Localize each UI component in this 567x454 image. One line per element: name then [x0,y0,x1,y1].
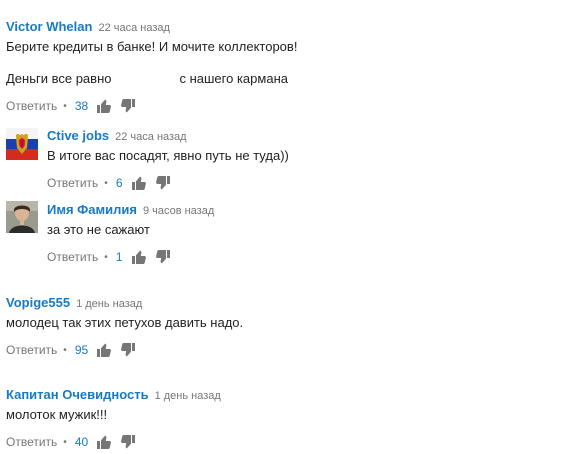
thumb-up-icon[interactable] [96,434,112,450]
person-photo-avatar[interactable] [6,201,38,233]
comment-timestamp[interactable]: 9 часов назад [143,205,214,217]
comment-header: Ctive jobs 22 часа назад [47,128,289,144]
comment-header: Капитан Очевидность 1 день назад [6,387,221,403]
reply-button[interactable]: Ответить [6,435,57,449]
separator-dot: • [63,100,67,112]
comment-header: Vopige555 1 день назад [6,295,243,311]
comment-text: Берите кредиты в банке! И мочите коллект… [6,39,297,87]
like-count: 40 [74,435,89,449]
comment-author[interactable]: Имя Фамилия [47,202,137,217]
comment-thread-2: Vopige555 1 день назад молодец так этих п… [6,295,243,359]
comment-timestamp[interactable]: 1 день назад [76,298,142,310]
comment-actions: Ответить • 1 [47,248,214,266]
comment-thread-3: Капитан Очевидность 1 день назад молоток … [6,387,221,451]
comment-actions: Ответить • 95 [6,341,243,359]
russian-flag-coat-of-arms-avatar[interactable] [6,128,38,160]
comment-timestamp[interactable]: 1 день назад [155,390,221,402]
thumb-up-icon[interactable] [96,342,112,358]
thumb-up-icon[interactable] [131,249,147,265]
comment-reply-1: Ctive jobs 22 часа назад В итоге вас поса… [47,128,289,192]
comment-actions: Ответить • 38 [6,97,297,115]
reply-button[interactable]: Ответить [6,99,57,113]
separator-dot: • [104,177,108,189]
separator-dot: • [104,251,108,263]
comment-timestamp[interactable]: 22 часа назад [98,22,169,34]
comment-header: Имя Фамилия 9 часов назад [47,202,214,218]
thumb-down-icon[interactable] [155,249,171,265]
comment-author[interactable]: Vopige555 [6,295,70,310]
reply-button[interactable]: Ответить [6,343,57,357]
thumb-up-icon[interactable] [96,98,112,114]
reply-button[interactable]: Ответить [47,176,98,190]
comment-text-fragment: Деньги все равно [6,71,112,86]
comment-text: молоток мужик!!! [6,407,108,422]
like-count: 6 [115,176,123,190]
comment-text: В итоге вас посадят, явно путь не туда)) [47,148,289,163]
comment-header: Victor Whelan 22 часа назад [6,19,297,35]
comment-reply-2: Имя Фамилия 9 часов назад за это не сажаю… [47,202,214,266]
comment-text-line: Берите кредиты в банке! И мочите коллект… [6,39,298,54]
thumb-down-icon[interactable] [120,98,136,114]
comment-author[interactable]: Ctive jobs [47,128,109,143]
comment-text-fragment: с нашего кармана [179,71,288,86]
comment-thread-1: Victor Whelan 22 часа назад Берите кредит… [6,19,297,115]
comment-author[interactable]: Капитан Очевидность [6,387,149,402]
comment-text-line: Деньги все равно с нашего кармана [6,71,297,87]
separator-dot: • [63,344,67,356]
comment-text: молодец так этих петухов давить надо. [6,315,244,330]
separator-dot: • [63,436,67,448]
comment-timestamp[interactable]: 22 часа назад [115,131,186,143]
comment-author[interactable]: Victor Whelan [6,19,92,34]
reply-button[interactable]: Ответить [47,250,98,264]
thumb-down-icon[interactable] [120,434,136,450]
comment-actions: Ответить • 6 [47,174,289,192]
thumb-down-icon[interactable] [155,175,171,191]
thumb-down-icon[interactable] [120,342,136,358]
comment-actions: Ответить • 40 [6,433,221,451]
like-count: 95 [74,343,89,357]
thumb-up-icon[interactable] [131,175,147,191]
like-count: 1 [115,250,123,264]
comment-text: за это не сажают [47,222,150,237]
like-count: 38 [74,99,89,113]
